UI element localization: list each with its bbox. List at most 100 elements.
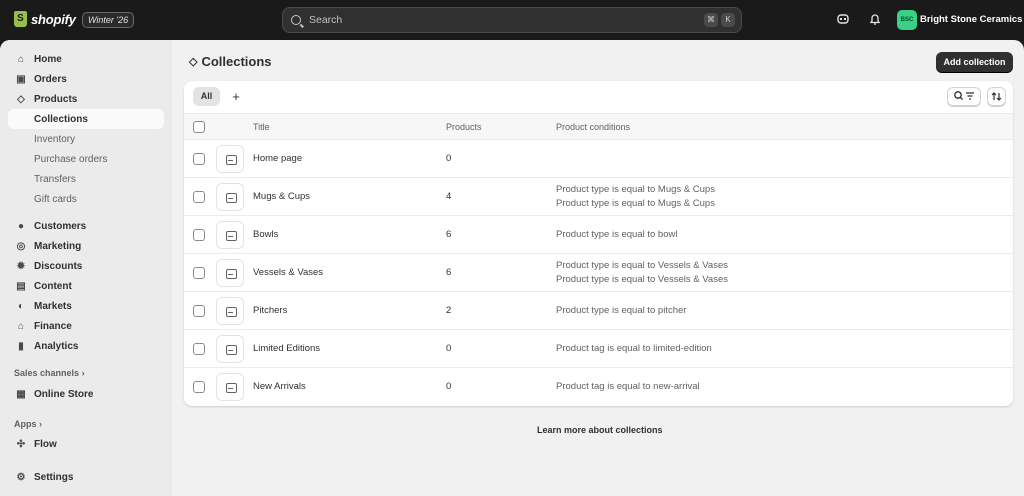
collection-title[interactable]: Bowls	[253, 229, 278, 240]
sort-arrows-icon	[991, 92, 1002, 101]
sidebar-item-markets[interactable]: ◐ Markets	[8, 296, 164, 316]
table-row[interactable]: Mugs & Cups 4 Product type is equal to M…	[184, 178, 1013, 216]
product-condition: Product type is equal to Mugs & Cups	[556, 198, 715, 209]
table-row[interactable]: Limited Editions 0 Product tag is equal …	[184, 330, 1013, 368]
chevron-right-icon: ›	[81, 368, 85, 378]
section-label: Apps	[14, 419, 37, 429]
edition-badge[interactable]: Winter '26	[82, 12, 135, 28]
sidebar-item-analytics[interactable]: ▮ Analytics	[8, 336, 164, 356]
collection-title[interactable]: New Arrivals	[253, 381, 306, 392]
apps-heading[interactable]: Apps ›	[14, 419, 42, 429]
sort-button[interactable]	[987, 87, 1006, 106]
column-header-conditions: Product conditions	[556, 122, 631, 132]
product-condition: Product type is equal to bowl	[556, 229, 678, 240]
product-condition: Product type is equal to Vessels & Vases	[556, 260, 728, 271]
sidebar-item-label: Markets	[34, 300, 72, 312]
sidekick-icon[interactable]	[835, 12, 851, 28]
image-placeholder-icon	[216, 221, 244, 249]
search-bar[interactable]: Search ⌘ K	[282, 7, 742, 33]
search-icon	[291, 15, 301, 25]
store-avatar[interactable]: BSC	[897, 10, 917, 30]
bank-icon: ⌂	[17, 320, 25, 332]
tab-all[interactable]: All	[193, 87, 220, 106]
page-title-text: Collections	[201, 54, 272, 69]
learn-more-link[interactable]: Learn more about collections	[537, 425, 663, 435]
sidebar-item-inventory[interactable]: Inventory	[34, 134, 75, 145]
table-row[interactable]: Vessels & Vases 6 Product type is equal …	[184, 254, 1013, 292]
row-checkbox[interactable]	[193, 153, 205, 165]
sidebar-item-finance[interactable]: ⌂ Finance	[8, 316, 164, 336]
collection-title[interactable]: Home page	[253, 153, 302, 164]
sidebar-item-label: Finance	[34, 320, 72, 332]
sidebar-item-label: Collections	[34, 113, 88, 125]
sidebar-item-orders[interactable]: ▣ Orders	[8, 69, 164, 89]
store-name[interactable]: Bright Stone Ceramics	[920, 14, 1022, 25]
content-icon: ▤	[16, 280, 26, 292]
bar-chart-icon: ▮	[18, 340, 24, 352]
sidebar-item-label: Customers	[34, 220, 87, 232]
page-title: ◇ Collections	[189, 54, 272, 69]
image-placeholder-icon	[216, 259, 244, 287]
shopify-logo[interactable]: shopify	[14, 11, 76, 27]
table-row[interactable]: Pitchers 2 Product type is equal to pitc…	[184, 292, 1013, 330]
column-header-title[interactable]: Title	[253, 122, 270, 132]
sidebar-item-label: Home	[34, 53, 62, 65]
discount-icon: ✹	[16, 260, 26, 272]
product-count: 0	[446, 153, 452, 164]
tag-icon: ◇	[17, 93, 25, 105]
row-checkbox[interactable]	[193, 381, 205, 393]
sidebar-item-products[interactable]: ◇ Products	[8, 89, 164, 109]
row-checkbox[interactable]	[193, 229, 205, 241]
product-condition: Product tag is equal to limited-edition	[556, 343, 712, 354]
product-condition: Product type is equal to Vessels & Vases	[556, 274, 728, 285]
select-all-checkbox[interactable]	[193, 121, 205, 133]
sidebar-item-content[interactable]: ▤ Content	[8, 276, 164, 296]
row-checkbox[interactable]	[193, 305, 205, 317]
section-label: Sales channels	[14, 368, 80, 378]
flow-icon: ✣	[16, 438, 26, 450]
column-header-products[interactable]: Products	[446, 122, 482, 132]
product-count: 0	[446, 343, 452, 354]
collection-title[interactable]: Mugs & Cups	[253, 191, 310, 202]
sidebar-item-label: Orders	[34, 73, 67, 85]
shopify-bag-icon	[14, 11, 27, 27]
sidebar-item-marketing[interactable]: ◎ Marketing	[8, 236, 164, 256]
sidebar-item-collections[interactable]: Collections	[8, 109, 164, 129]
sidebar-item-customers[interactable]: ● Customers	[8, 216, 164, 236]
sidebar-item-discounts[interactable]: ✹ Discounts	[8, 256, 164, 276]
add-view-button[interactable]: +	[229, 87, 243, 106]
person-icon: ●	[17, 220, 25, 232]
collection-title[interactable]: Limited Editions	[253, 343, 320, 354]
chevron-right-icon: ›	[39, 419, 43, 429]
table-row[interactable]: New Arrivals 0 Product tag is equal to n…	[184, 368, 1013, 406]
table-row[interactable]: Home page 0	[184, 140, 1013, 178]
notifications-bell-icon[interactable]	[867, 12, 883, 28]
image-placeholder-icon	[216, 145, 244, 173]
sidebar-item-label: Analytics	[34, 340, 79, 352]
target-icon: ◎	[16, 240, 26, 252]
sidebar-item-settings[interactable]: ⚙ Settings	[8, 467, 164, 487]
tag-icon: ◇	[189, 56, 198, 68]
sidebar: ⌂ Home ▣ Orders ◇ Products Collections I…	[0, 40, 172, 496]
table-row[interactable]: Bowls 6 Product type is equal to bowl	[184, 216, 1013, 254]
sales-channels-heading[interactable]: Sales channels ›	[14, 368, 85, 378]
add-collection-button[interactable]: Add collection	[936, 52, 1013, 72]
product-condition: Product tag is equal to new-arrival	[556, 381, 700, 392]
product-condition: Product type is equal to Mugs & Cups	[556, 184, 715, 195]
view-tabs: All +	[184, 81, 1013, 113]
collection-title[interactable]: Pitchers	[253, 305, 287, 316]
sidebar-item-gift-cards[interactable]: Gift cards	[34, 194, 77, 205]
row-checkbox[interactable]	[193, 191, 205, 203]
sidebar-item-home[interactable]: ⌂ Home	[8, 49, 164, 69]
sidebar-item-purchase-orders[interactable]: Purchase orders	[34, 154, 107, 165]
row-checkbox[interactable]	[193, 267, 205, 279]
sidebar-item-label: Settings	[34, 471, 74, 483]
product-condition: Product type is equal to pitcher	[556, 305, 687, 316]
inbox-icon: ▣	[16, 73, 26, 85]
sidebar-item-flow[interactable]: ✣ Flow	[8, 434, 164, 454]
sidebar-item-online-store[interactable]: ▦ Online Store	[8, 384, 164, 404]
collection-title[interactable]: Vessels & Vases	[253, 267, 323, 278]
sidebar-item-transfers[interactable]: Transfers	[34, 174, 76, 185]
search-filter-button[interactable]	[947, 87, 981, 106]
row-checkbox[interactable]	[193, 343, 205, 355]
